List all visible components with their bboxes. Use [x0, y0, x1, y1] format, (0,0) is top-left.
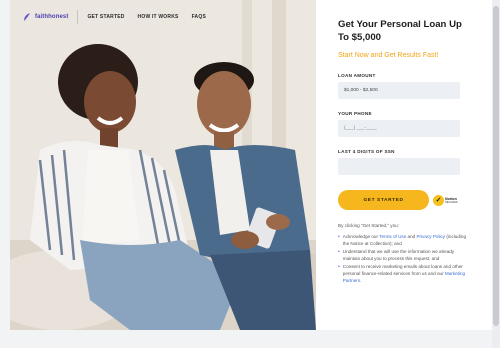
brand-logo[interactable]: faithhonest	[22, 12, 68, 22]
privacy-policy-link[interactable]: Privacy Policy	[416, 234, 445, 239]
nav-link-how-it-works[interactable]: HOW IT WORKS	[138, 14, 179, 20]
norton-badge-sub: SECURED	[445, 200, 458, 204]
couple-on-couch-photo	[10, 0, 316, 330]
checkmark-icon: ✓	[433, 194, 444, 206]
logo-text: faithhonest	[35, 14, 69, 20]
bullet-icon: •	[338, 264, 340, 271]
form-title: Get Your Personal Loan Up To $5,000	[338, 19, 462, 43]
bullet-icon: •	[338, 234, 340, 240]
scrollbar-thumb[interactable]	[493, 6, 499, 326]
phone-input[interactable]: (___) ___-____	[338, 120, 460, 137]
bullet-icon: •	[338, 249, 340, 256]
consent-item-text: Consent to receive marketing emails abou…	[343, 264, 470, 284]
phone-placeholder: (___) ___-____	[344, 126, 377, 131]
top-navbar: faithhonest GET STARTED HOW IT WORKS FAQ…	[10, 0, 316, 34]
get-started-button[interactable]: GET STARTED	[338, 190, 429, 210]
page-scrollbar[interactable]	[492, 0, 500, 348]
hero-photo	[10, 0, 316, 330]
consent-text: Acknowledge our	[342, 234, 380, 239]
ssn-label: LAST 4 DIGITS OF SSN	[338, 149, 395, 154]
loan-amount-label: LOAN AMOUNT	[338, 73, 376, 78]
consent-item-text: Understand that we will use the informat…	[342, 249, 455, 261]
consent-text: .	[360, 277, 362, 283]
form-subtitle: Start Now and Get Results Fast!	[338, 52, 439, 59]
nav-link-get-started[interactable]: GET STARTED	[87, 14, 124, 20]
consent-item-text: Acknowledge our Terms of Use and Privacy…	[343, 234, 470, 247]
consent-intro: By clicking "Get Started," you:	[338, 223, 399, 228]
consent-item-terms: • Acknowledge our Terms of Use and Priva…	[338, 234, 470, 247]
cta-row: GET STARTED ✓ Norton SECURED	[338, 190, 470, 210]
norton-badge: ✓ Norton SECURED	[433, 194, 458, 206]
consent-list: • Acknowledge our Terms of Use and Priva…	[338, 234, 470, 284]
consent-item-information: • Understand that we will use the inform…	[338, 249, 470, 262]
consent-text: and	[406, 234, 417, 239]
nav-divider	[77, 10, 79, 24]
norton-badge-text: Norton	[445, 196, 457, 201]
loan-form-panel: Get Your Personal Loan Up To $5,000 Star…	[316, 0, 492, 330]
consent-item-marketing: • Consent to receive marketing emails ab…	[338, 264, 470, 284]
feather-icon	[24, 13, 30, 21]
phone-label: YOUR PHONE	[338, 111, 372, 116]
nav-link-faqs[interactable]: FAQS	[192, 14, 206, 20]
ssn-input[interactable]	[338, 158, 460, 175]
loan-amount-select[interactable]: $1,000 - $2,500	[338, 82, 460, 99]
terms-of-use-link[interactable]: Terms of Use	[379, 234, 406, 239]
loan-amount-value: $1,000 - $2,500	[344, 88, 378, 93]
